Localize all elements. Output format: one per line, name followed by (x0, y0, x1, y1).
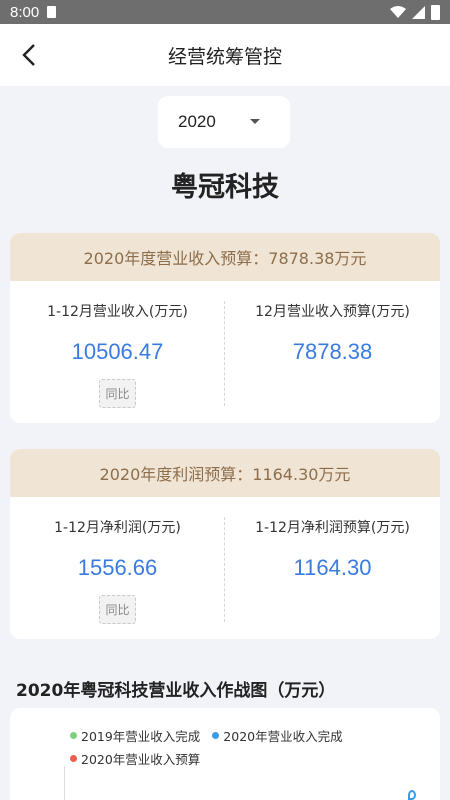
profit-card-divider (224, 517, 225, 622)
back-button[interactable] (12, 38, 46, 72)
chart-axis-line (64, 766, 65, 800)
profit-yoy-tag[interactable]: 同比 (99, 595, 136, 624)
company-name: 粤冠科技 (171, 172, 279, 203)
page-title: 经营统筹管控 (167, 45, 282, 68)
chart-legend: 2019年营业收入完成 2020年营业收入完成 2020年营业收入预算 (70, 726, 400, 772)
year-select-value: 2020 (178, 112, 216, 131)
revenue-yoy-tag[interactable]: 同比 (99, 379, 136, 408)
status-time: 8:00 (10, 3, 40, 21)
profit-actual-value[interactable]: 1556.66 (10, 555, 225, 581)
profit-budget-label: 1-12月净利润预算(万元) (255, 520, 410, 536)
revenue-card-divider (224, 301, 225, 406)
signal-icon (412, 5, 425, 19)
revenue-card: 2020年度营业收入预算：7878.38万元 1-12月营业收入(万元) 105… (10, 233, 440, 423)
profit-card: 2020年度利润预算：1164.30万元 1-12月净利润(万元) 1556.6… (10, 449, 440, 639)
caret-down-icon (250, 119, 260, 124)
legend-item-2019-actual[interactable]: 2019年营业收入完成 (70, 726, 200, 745)
status-bar: 8:00 (0, 0, 450, 24)
wifi-icon (390, 5, 406, 18)
revenue-chart[interactable]: 2019年营业收入完成 2020年营业收入完成 2020年营业收入预算 (10, 708, 440, 800)
revenue-actual-value[interactable]: 10506.47 (10, 339, 225, 365)
legend-label: 2020年营业收入完成 (223, 729, 343, 744)
revenue-actual-label: 1-12月营业收入(万元) (47, 304, 188, 320)
legend-item-2020-budget[interactable]: 2020年营业收入预算 (70, 749, 200, 768)
app-header: 经营统筹管控 (0, 24, 450, 86)
year-select[interactable]: 2020 (158, 96, 290, 148)
revenue-card-title: 2020年度营业收入预算：7878.38万元 (10, 233, 440, 281)
legend-dot-icon (212, 732, 220, 739)
legend-label: 2019年营业收入完成 (81, 729, 201, 744)
profit-card-title: 2020年度利润预算：1164.30万元 (10, 449, 440, 497)
legend-dot-icon (70, 732, 77, 739)
map-marker-icon (408, 790, 416, 800)
back-arrow-icon (22, 44, 35, 66)
revenue-budget-value[interactable]: 7878.38 (225, 339, 440, 365)
legend-item-2020-actual[interactable]: 2020年营业收入完成 (212, 726, 343, 745)
legend-label: 2020年营业收入预算 (81, 752, 201, 767)
revenue-budget-label: 12月营业收入预算(万元) (255, 304, 410, 320)
sim-card-icon (47, 6, 57, 18)
chart-section-title: 2020年粤冠科技营业收入作战图（万元） (16, 681, 336, 701)
legend-dot-icon (70, 755, 77, 762)
profit-budget-value[interactable]: 1164.30 (225, 555, 440, 581)
profit-actual-label: 1-12月净利润(万元) (54, 520, 181, 536)
battery-icon (431, 4, 440, 20)
